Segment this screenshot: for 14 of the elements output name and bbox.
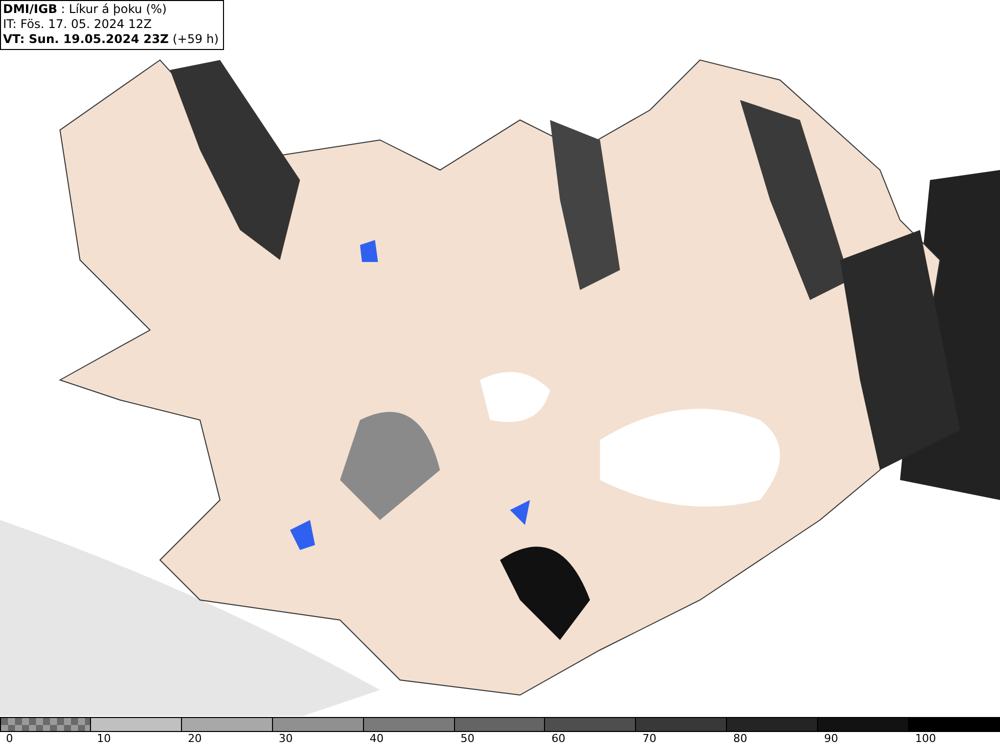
legend-label: 60 bbox=[550, 732, 566, 746]
legend-label: 70 bbox=[641, 732, 656, 746]
legend-label: 40 bbox=[368, 732, 384, 746]
legend-label: 100 bbox=[914, 732, 936, 746]
info-line: DMI/IGB : Líkur á þoku (%) bbox=[3, 2, 168, 17]
legend-label: 50 bbox=[460, 732, 475, 746]
legend-label: 10 bbox=[96, 732, 111, 746]
legend-label: 90 bbox=[823, 732, 838, 746]
info-line: VT: Sun. 19.05.2024 23Z (+59 h) bbox=[3, 32, 219, 47]
legend-label: 80 bbox=[732, 732, 748, 746]
legend-label: 20 bbox=[186, 732, 202, 746]
legend-label: 30 bbox=[278, 732, 293, 746]
legend-label: 0 bbox=[5, 732, 13, 746]
info-line: IT: Fös. 17. 05. 2024 12Z bbox=[3, 17, 153, 32]
